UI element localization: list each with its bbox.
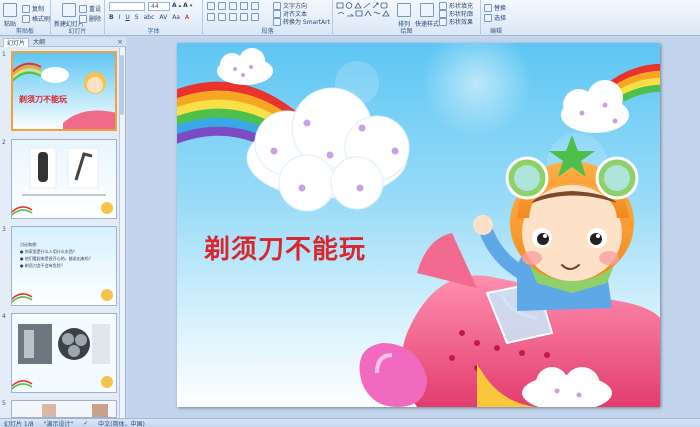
slide-counter: 幻灯片 1/8 [4,420,34,427]
slide-thumbnail-4[interactable] [11,313,117,393]
select-icon [484,13,492,22]
quick-styles-icon [420,3,434,17]
clipboard-group: 粘贴 复制 格式刷 剪贴板 [0,0,51,36]
select-button[interactable]: 选择 [484,13,506,22]
slide-thumbnail-1[interactable]: 剃须刀不能玩 [11,51,117,131]
numbering-icon[interactable] [218,2,226,10]
slide-thumbnail-2[interactable] [11,139,117,219]
font-color-icon[interactable]: A [185,14,189,21]
smartart-icon [273,17,281,26]
slide-1[interactable]: 剃须刀不能玩 [177,43,660,407]
spellcheck-icon[interactable]: ✓ [83,420,88,427]
shapes-gallery[interactable] [336,2,394,24]
editing-group: 替换 选择 编辑 [481,0,511,36]
thumb1-title: 剃须刀不能玩 [19,95,67,104]
font-label: 字体 [147,28,160,35]
new-slide-icon [62,3,76,17]
convert-smartart-button[interactable]: 转换为 SmartArt [273,17,330,26]
bullets-icon[interactable] [207,2,215,10]
font-group: 44 A ▴ A ▾ B I U S abc AV Aa A 字体 [105,0,203,36]
reset-button[interactable]: 重设 [79,4,101,13]
shadow-icon[interactable]: abc [144,14,155,21]
slide-number-1: 1 [2,51,6,58]
pane-scroll-thumb[interactable] [120,55,124,115]
delete-icon [79,14,87,23]
font-size-combo[interactable]: 44 [148,2,170,11]
slide-number-2: 2 [2,139,6,146]
thumb3-text: 讨论和想： ● 你家里是什么人用什么东西？ ● 他们看起来是很开心的，能说出来吗… [20,242,93,268]
copy-icon [22,4,30,13]
reset-icon [79,4,87,13]
align-center-icon[interactable] [218,13,226,21]
thumb5-art [12,401,116,417]
shape-effects-icon [439,17,447,26]
slides-label: 幻灯片 [68,28,87,35]
delete-button[interactable]: 删除 [79,14,101,23]
columns-icon[interactable] [251,13,259,21]
editing-label: 编辑 [489,28,502,35]
align-row [207,13,259,21]
strikethrough-icon[interactable]: S [135,14,139,21]
slide-thumbnail-5[interactable] [11,400,117,418]
drawing-label: 绘图 [400,28,413,35]
paste-icon [3,3,17,17]
drawing-group: 排列 快速样式 形状填充 形状轮廓 形状效果 绘图 [333,0,481,36]
pane-tabs: 幻灯片 大纲 × [0,37,126,47]
tab-outline[interactable]: 大纲 [30,38,48,47]
italic-icon[interactable]: I [119,14,121,21]
close-icon[interactable]: × [117,38,123,46]
bold-icon[interactable]: B [109,14,114,21]
copy-button[interactable]: 复制 [22,4,44,13]
thumb1-art [13,53,115,129]
slide-number-5: 5 [2,400,6,407]
language-indicator[interactable]: 中文(简体，中国) [98,419,145,427]
slide-illustration [177,43,660,407]
grow-font-icon[interactable]: A ▴ A ▾ [172,2,192,9]
paragraph-group: 文字方向 对齐文本 转换为 SmartArt 段落 [203,0,333,36]
slide-thumbnail-3[interactable]: 讨论和想： ● 你家里是什么人用什么东西？ ● 他们看起来是很开心的，能说出来吗… [11,226,117,306]
decrease-indent-icon[interactable] [229,2,237,10]
arrange-button[interactable]: 排列 [397,3,411,28]
slide-number-3: 3 [2,226,6,233]
slide-title[interactable]: 剃须刀不能玩 [204,229,366,266]
justify-icon[interactable] [240,13,248,21]
ribbon: 粘贴 复制 格式刷 剪贴板 新建幻灯片 重设 删除 幻灯片 44 A ▴ A ▾ B … [0,0,700,36]
align-left-icon[interactable] [207,13,215,21]
replace-icon [484,3,492,12]
font-name-combo[interactable] [109,2,145,11]
shape-effects-button[interactable]: 形状效果 [439,17,473,26]
thumb4-art [12,314,116,392]
format-painter-icon [22,14,30,23]
paste-button[interactable]: 粘贴 [3,3,17,28]
list-row [207,2,259,10]
quick-styles-button[interactable]: 快速样式 [415,3,439,28]
font-format-row: B I U S abc AV Aa A [109,14,189,21]
slide-canvas: 剃须刀不能玩 [127,37,700,418]
thumb2-art [12,140,116,218]
theme-name: "演示设计" [43,420,74,427]
align-right-icon[interactable] [229,13,237,21]
format-painter-button[interactable]: 格式刷 [22,14,50,23]
case-icon[interactable]: Aa [172,14,180,21]
status-bar: 幻灯片 1/8 "演示设计" ✓ 中文(简体，中国) [0,418,700,427]
tab-slides[interactable]: 幻灯片 [3,38,30,47]
line-spacing-icon[interactable] [251,2,259,10]
arrange-icon [397,3,411,17]
slides-group: 新建幻灯片 重设 删除 幻灯片 [51,0,105,36]
underline-icon[interactable]: U [125,14,129,21]
slide-number-4: 4 [2,313,6,320]
spacing-icon[interactable]: AV [159,14,167,21]
clipboard-label: 剪贴板 [15,28,34,35]
replace-button[interactable]: 替换 [484,3,506,12]
slides-pane: 幻灯片 大纲 × 1 剃须刀不能玩 2 3 讨论和想： ● 你家里是什么人用什么… [0,37,126,418]
paragraph-label: 段落 [261,28,274,35]
increase-indent-icon[interactable] [240,2,248,10]
